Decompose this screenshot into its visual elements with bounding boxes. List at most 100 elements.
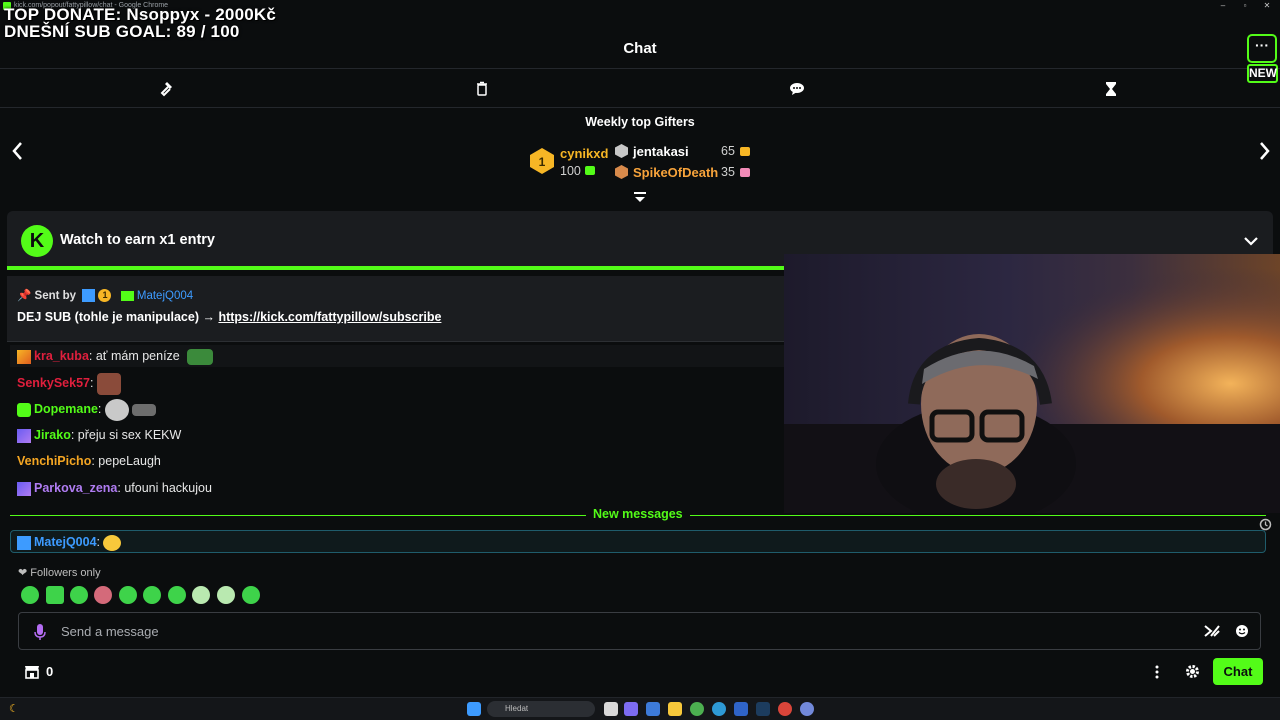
quick-emote-icon[interactable] [94,586,112,604]
chevron-left-icon[interactable] [8,139,28,163]
app-icon[interactable] [734,702,748,716]
task-view-icon[interactable] [604,702,618,716]
os-taskbar: ☾ Hledat [0,697,1280,720]
sub-badge-icon [17,481,31,496]
earn-progress-bar [7,266,784,270]
sent-by-label: Sent by [34,290,77,302]
third-gifter-name[interactable]: SpikeOfDeath [633,165,718,180]
copilot-icon[interactable] [624,702,638,716]
taskbar-search[interactable]: Hledat [487,701,595,717]
streamer-webcam [784,254,1280,513]
chat-username[interactable]: Dopemane [34,402,98,416]
message-input-box [18,612,1261,650]
chat-message: VenchiPicho: pepeLaugh [17,454,161,468]
chat-username[interactable]: MatejQ004 [34,535,97,549]
sunglasses-emote-icon [103,534,122,551]
chrome-icon[interactable] [690,702,704,716]
quick-emote-icon[interactable] [46,586,64,604]
mod-tools-bar [0,70,1280,108]
live-emote-icon [104,398,129,421]
quick-emote-icon[interactable] [168,586,186,604]
chat-text: přeju si sex KEKW [77,428,182,442]
quick-emote-icon[interactable] [217,586,235,604]
chat-message: kra_kuba: ať mám peníze [10,345,784,367]
chat-username[interactable]: Parkova_zena [34,481,117,495]
gift-icon [740,168,750,177]
chat-message: Parkova_zena: ufouni hackujou [17,477,212,499]
kick-emotes-icon[interactable] [1204,624,1220,638]
subscribe-link[interactable]: https://kick.com/fattypillow/subscribe [218,310,441,324]
chat-username[interactable]: SenkySek57 [17,376,90,390]
microphone-icon[interactable] [33,623,47,641]
store-app-icon[interactable] [646,702,660,716]
kick-logo-icon: K [21,225,53,257]
close-window-button[interactable]: ✕ [1256,0,1278,12]
trash-icon[interactable] [473,80,491,98]
chat-message: Jirako: přeju si sex KEKW [17,424,181,446]
hat-emote-icon [187,348,214,365]
windows-start-icon[interactable] [467,702,481,716]
hourglass-icon[interactable] [1102,80,1120,98]
quick-emote-icon[interactable] [70,586,88,604]
emoji-icon[interactable] [1235,624,1249,638]
discord-icon[interactable] [800,702,814,716]
chat-text: pepeLaugh [98,454,161,468]
more-options-button[interactable]: ··· [1247,34,1277,63]
highlighted-message: MatejQ004: [10,530,1266,553]
chat-bubble-icon[interactable] [788,80,806,98]
chevron-down-icon[interactable] [1243,233,1259,249]
new-messages-label[interactable]: New messages [586,507,690,521]
kebab-menu-icon[interactable] [1152,664,1162,680]
pin-icon: 📌 [17,290,32,302]
steam-icon[interactable] [756,702,770,716]
heart-icon: ❤ [18,567,28,579]
message-input[interactable] [61,622,1181,640]
collapse-toggle-icon[interactable] [632,191,648,203]
chat-message: MatejQ004: [17,531,122,553]
followers-only-notice: ❤ Followers only [18,566,101,579]
weekly-top-gifters: Weekly top Gifters 1 cynikxd 100 jentaka… [0,109,1280,202]
chat-username[interactable]: kra_kuba [34,349,89,363]
chat-text: ať mám peníze [95,349,180,363]
quick-emote-icon[interactable] [21,586,39,604]
store-count: 0 [46,664,54,679]
pinned-text: DEJ SUB (tohle je manipulace) → [17,310,215,324]
earn-label: Watch to earn x1 entry [60,232,215,248]
first-gifter-name[interactable]: cynikxd [560,146,608,161]
maximize-button[interactable]: ▫ [1234,0,1256,12]
minimize-button[interactable]: – [1212,0,1234,12]
weather-moon-icon[interactable]: ☾ [9,702,19,715]
quick-emote-icon[interactable] [143,586,161,604]
edge-icon[interactable] [712,702,726,716]
store-icon[interactable] [24,663,40,679]
second-gifter-name[interactable]: jentakasi [633,144,689,159]
sub-badge-icon [17,402,31,417]
second-gifter-count: 65 [721,144,735,158]
page-title: Chat [623,40,657,57]
chat-footer: 0 [0,656,1280,696]
chat-username[interactable]: VenchiPicho [17,454,91,468]
quick-emote-icon[interactable] [119,586,137,604]
third-gifter-count: 35 [721,165,735,179]
pinned-username[interactable]: MatejQ004 [137,290,193,302]
first-gifter-count: 100 [560,164,581,178]
gavel-icon[interactable] [159,80,177,98]
file-explorer-icon[interactable] [668,702,682,716]
chevron-right-icon[interactable] [1254,139,1274,163]
first-rank-number: 1 [539,155,546,169]
quick-emote-icon[interactable] [192,586,210,604]
gift-icon [585,166,595,175]
pinned-text-line: DEJ SUB (tohle je manipulace) → https://… [17,310,441,324]
verified-badge-icon [82,289,96,303]
send-chat-button[interactable]: Chat [1213,658,1263,685]
chat-message: SenkySek57: [17,372,121,395]
app-icon[interactable] [778,702,792,716]
quick-emote-icon[interactable] [242,586,260,604]
settings-gear-icon[interactable] [1185,664,1200,679]
sub-goal-overlay: DNEŠNÍ SUB GOAL: 89 / 100 [4,22,240,41]
silver-rank-badge-icon [615,144,628,158]
chat-username[interactable]: Jirako [34,428,71,442]
gifters-title: Weekly top Gifters [585,115,695,129]
verified-badge-icon [17,535,31,550]
sub-badge-icon [17,349,31,364]
